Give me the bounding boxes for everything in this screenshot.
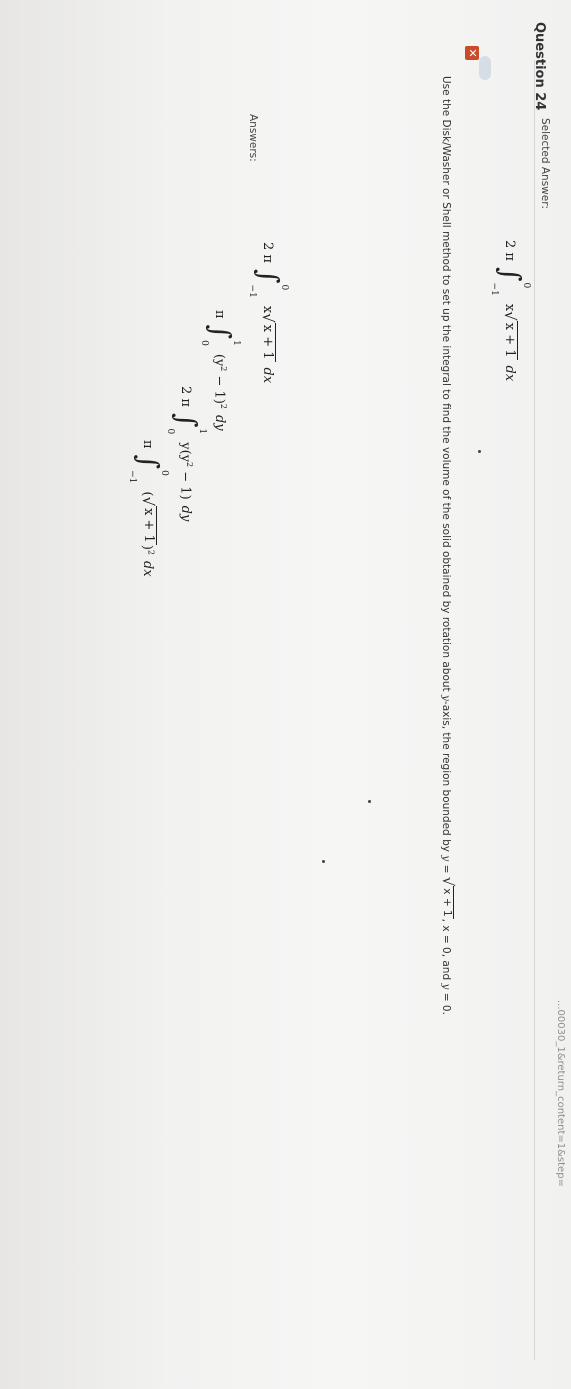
sqrt-expression: √ x + 1 [258, 313, 277, 362]
integral-sign: ∫ 0 −1 [127, 454, 169, 484]
sqrt-expression: √ x + 1 [439, 876, 457, 919]
answers-label: Answers: [247, 114, 259, 162]
selected-answer-math: 2 π ∫ 0 −1 x √ x + 1 dx [489, 240, 531, 382]
incorrect-x-icon: ✕ [465, 46, 479, 60]
sqrt-expression: √ x + 1 [139, 496, 158, 545]
integral-sign: ∫ 1 0 [165, 412, 207, 435]
lower-limit: −1 [489, 282, 499, 296]
sqrt-icon: √ [258, 313, 277, 323]
answer-option-4: π ∫ 0 −1 (√ x + 1)2 dx [127, 440, 169, 577]
sqrt-icon: √ [439, 876, 457, 887]
sqrt-icon: √ [139, 496, 158, 507]
sqrt-icon: √ [500, 311, 519, 321]
answer-option-3: 2 π ∫ 1 0 y(y2 − 1) dy [165, 386, 207, 522]
status-badge [479, 56, 491, 80]
integral-sign: ∫ 0 −1 [247, 268, 289, 298]
question-prompt: Use the Disk/Washer or Shell method to s… [439, 76, 457, 1015]
sqrt-expression: √ x + 1 [500, 311, 519, 360]
screen-speck [368, 800, 371, 803]
screen-speck [322, 860, 325, 863]
integral-sign: ∫ 0 −1 [489, 266, 531, 296]
answer-option-1: 2 π ∫ 0 −1 x √ x + 1 dx [247, 242, 289, 384]
selected-answer-label: Selected Answer: [539, 118, 551, 209]
answer-option-2: π ∫ 1 0 (y2 − 1)2 dy [199, 310, 241, 431]
upper-limit: 0 [521, 282, 531, 289]
integral-sign: ∫ 1 0 [199, 324, 241, 346]
address-bar-url-fragment: ...00030_1&return_content=1&step= [555, 1000, 566, 1187]
screen-speck [478, 450, 481, 453]
page-canvas: ...00030_1&return_content=1&step= Questi… [0, 0, 571, 1389]
